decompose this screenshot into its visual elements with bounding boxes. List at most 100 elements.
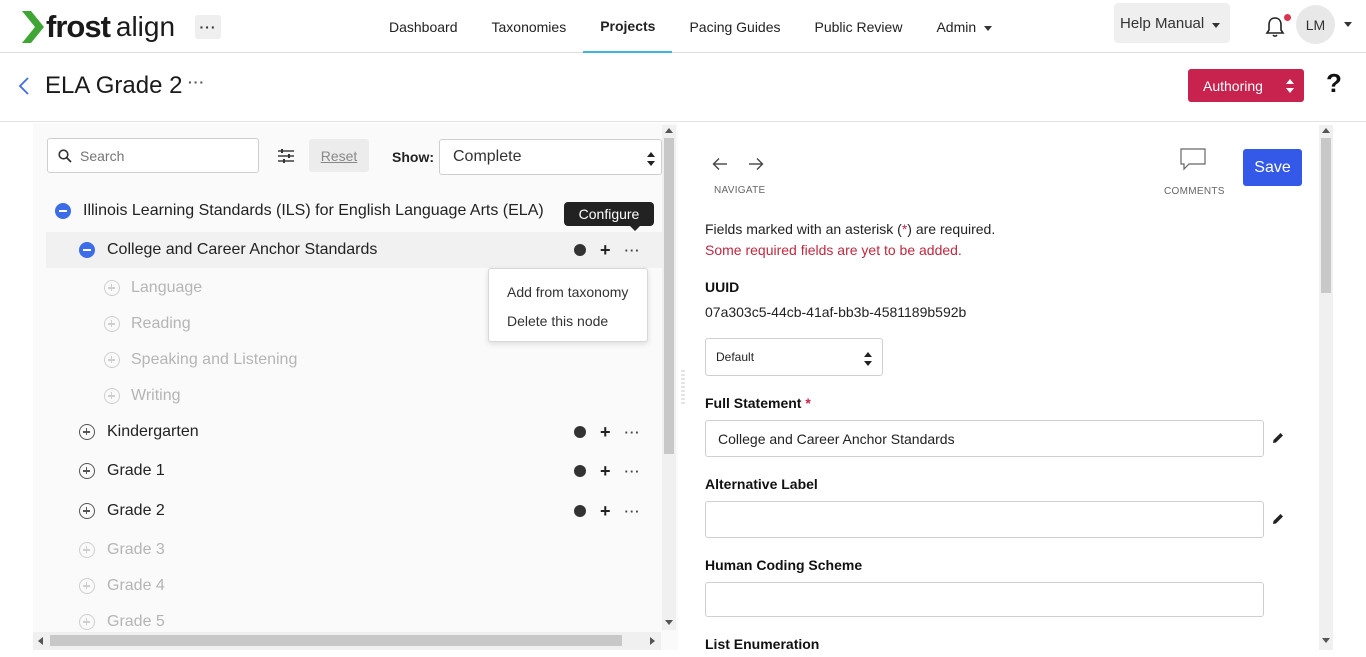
project-more-button[interactable]: ··· [188, 74, 205, 90]
scroll-down-icon[interactable] [1322, 638, 1330, 644]
nav-projects[interactable]: Projects [583, 0, 673, 53]
top-navigation-bar: frost align ··· Dashboard Taxonomies Pro… [0, 0, 1366, 53]
help-manual-button[interactable]: Help Manual [1114, 3, 1230, 43]
node-more-icon[interactable]: ··· [625, 243, 641, 258]
status-dot-icon[interactable] [574, 244, 586, 256]
detail-vertical-scroll-thumb[interactable] [1321, 138, 1331, 293]
tree-node-child[interactable]: Speaking and Listening [33, 342, 661, 378]
nav-dashboard-label: Dashboard [389, 18, 458, 35]
tree-panel: Reset Show: Complete Illinois Learning S… [33, 123, 678, 650]
expand-icon[interactable] [79, 542, 95, 558]
nav-taxonomies-label: Taxonomies [491, 18, 567, 35]
menu-delete-node[interactable]: Delete this node [507, 313, 608, 329]
notification-bell-icon[interactable] [1265, 16, 1285, 38]
scroll-down-icon[interactable] [665, 620, 673, 626]
reset-button[interactable]: Reset [309, 139, 369, 172]
add-child-icon[interactable]: + [600, 241, 611, 259]
node-type-select[interactable]: Default [705, 338, 883, 376]
navigate-next-icon[interactable] [748, 157, 764, 171]
tree-search[interactable] [47, 138, 259, 173]
add-child-icon[interactable]: + [600, 423, 611, 441]
status-dot-icon[interactable] [574, 426, 586, 438]
menu-add-from-taxonomy[interactable]: Add from taxonomy [507, 284, 628, 300]
comments-icon[interactable] [1179, 147, 1207, 171]
tree-node-grade[interactable]: Grade 3 [33, 532, 661, 568]
panel-resize-handle[interactable] [681, 370, 685, 404]
select-arrows-icon [864, 352, 872, 366]
node-label: College and Career Anchor Standards [107, 241, 378, 258]
expand-icon[interactable] [104, 352, 120, 368]
expand-icon[interactable] [104, 316, 120, 332]
nav-admin[interactable]: Admin [919, 0, 1009, 53]
show-select[interactable]: Complete [439, 139, 662, 175]
filter-sliders-icon[interactable] [277, 148, 295, 164]
expand-icon[interactable] [104, 388, 120, 404]
uuid-value: 07a303c5-44cb-41af-bb3b-4581189b592b [705, 304, 967, 320]
node-actions: + ··· [574, 241, 641, 259]
collapse-icon[interactable] [55, 203, 71, 219]
avatar-caret-icon[interactable] [1344, 22, 1352, 27]
nav-public-review[interactable]: Public Review [798, 0, 920, 53]
expand-icon[interactable] [79, 463, 95, 479]
select-arrows-icon [1286, 79, 1294, 93]
tree-node-child[interactable]: Writing [33, 378, 661, 414]
scroll-up-icon[interactable] [1322, 127, 1330, 133]
tree-node-grade[interactable]: Grade 1 + ··· [33, 453, 661, 489]
node-more-icon[interactable]: ··· [625, 504, 641, 519]
nav-dashboard[interactable]: Dashboard [372, 0, 475, 53]
tree-node-grade[interactable]: Kindergarten + ··· [33, 414, 661, 450]
tree-horizontal-scroll-thumb[interactable] [50, 635, 622, 646]
node-label: Grade 3 [107, 541, 165, 558]
full-statement-field[interactable]: College and Career Anchor Standards [705, 420, 1264, 457]
full-statement-label-text: Full Statement [705, 395, 802, 411]
project-title-bar: ELA Grade 2 ··· Authoring ? [0, 54, 1366, 122]
help-question-icon[interactable]: ? [1326, 68, 1342, 99]
search-icon [58, 148, 72, 163]
required-star: * [805, 395, 811, 411]
frost-align-logo[interactable]: frost align [22, 9, 175, 44]
logo-chevron-icon [22, 11, 44, 43]
app-more-button[interactable]: ··· [195, 15, 221, 39]
node-more-icon[interactable]: ··· [625, 425, 641, 440]
expand-icon[interactable] [79, 578, 95, 594]
scroll-up-icon[interactable] [665, 127, 673, 133]
logo-frost-text: frost [46, 9, 111, 44]
mode-select[interactable]: Authoring [1188, 69, 1304, 102]
expand-icon[interactable] [79, 614, 95, 630]
expand-icon[interactable] [79, 424, 95, 440]
tree-node-grade[interactable]: Grade 4 [33, 568, 661, 604]
add-child-icon[interactable]: + [600, 502, 611, 520]
scroll-right-icon[interactable] [650, 637, 656, 645]
search-input[interactable] [80, 147, 250, 164]
node-label: Writing [131, 387, 181, 404]
node-label: Illinois Learning Standards (ILS) for En… [83, 202, 544, 219]
edit-pencil-icon[interactable] [1271, 512, 1285, 526]
tree-node-anchor[interactable]: College and Career Anchor Standards + ··… [46, 232, 662, 268]
add-child-icon[interactable]: + [600, 462, 611, 480]
human-coding-scheme-field[interactable] [705, 582, 1264, 617]
node-label: Grade 2 [107, 502, 165, 519]
edit-pencil-icon[interactable] [1271, 431, 1285, 445]
show-label: Show: [392, 149, 434, 165]
tree-node-grade[interactable]: Grade 2 + ··· [33, 493, 661, 529]
collapse-icon[interactable] [79, 242, 95, 258]
list-enumeration-label: List Enumeration [705, 636, 820, 650]
save-button[interactable]: Save [1243, 149, 1302, 186]
nav-pacing-guides[interactable]: Pacing Guides [672, 0, 797, 53]
user-avatar[interactable]: LM [1296, 5, 1335, 44]
expand-icon[interactable] [79, 503, 95, 519]
status-dot-icon[interactable] [574, 465, 586, 477]
nav-taxonomies[interactable]: Taxonomies [475, 0, 584, 53]
required-note-text: Fields marked with an asterisk ( [705, 221, 902, 237]
alternative-label-field[interactable] [705, 501, 1264, 538]
scroll-left-icon[interactable] [37, 637, 43, 645]
node-more-icon[interactable]: ··· [625, 464, 641, 479]
full-statement-label: Full Statement * [705, 395, 811, 411]
status-dot-icon[interactable] [574, 505, 586, 517]
back-chevron-icon[interactable] [16, 76, 32, 96]
expand-icon[interactable] [104, 280, 120, 296]
navigate-previous-icon[interactable] [712, 157, 728, 171]
tree-vertical-scroll-thumb[interactable] [664, 138, 674, 454]
help-caret-icon [1212, 22, 1221, 28]
main-nav: Dashboard Taxonomies Projects Pacing Gui… [372, 0, 1009, 53]
